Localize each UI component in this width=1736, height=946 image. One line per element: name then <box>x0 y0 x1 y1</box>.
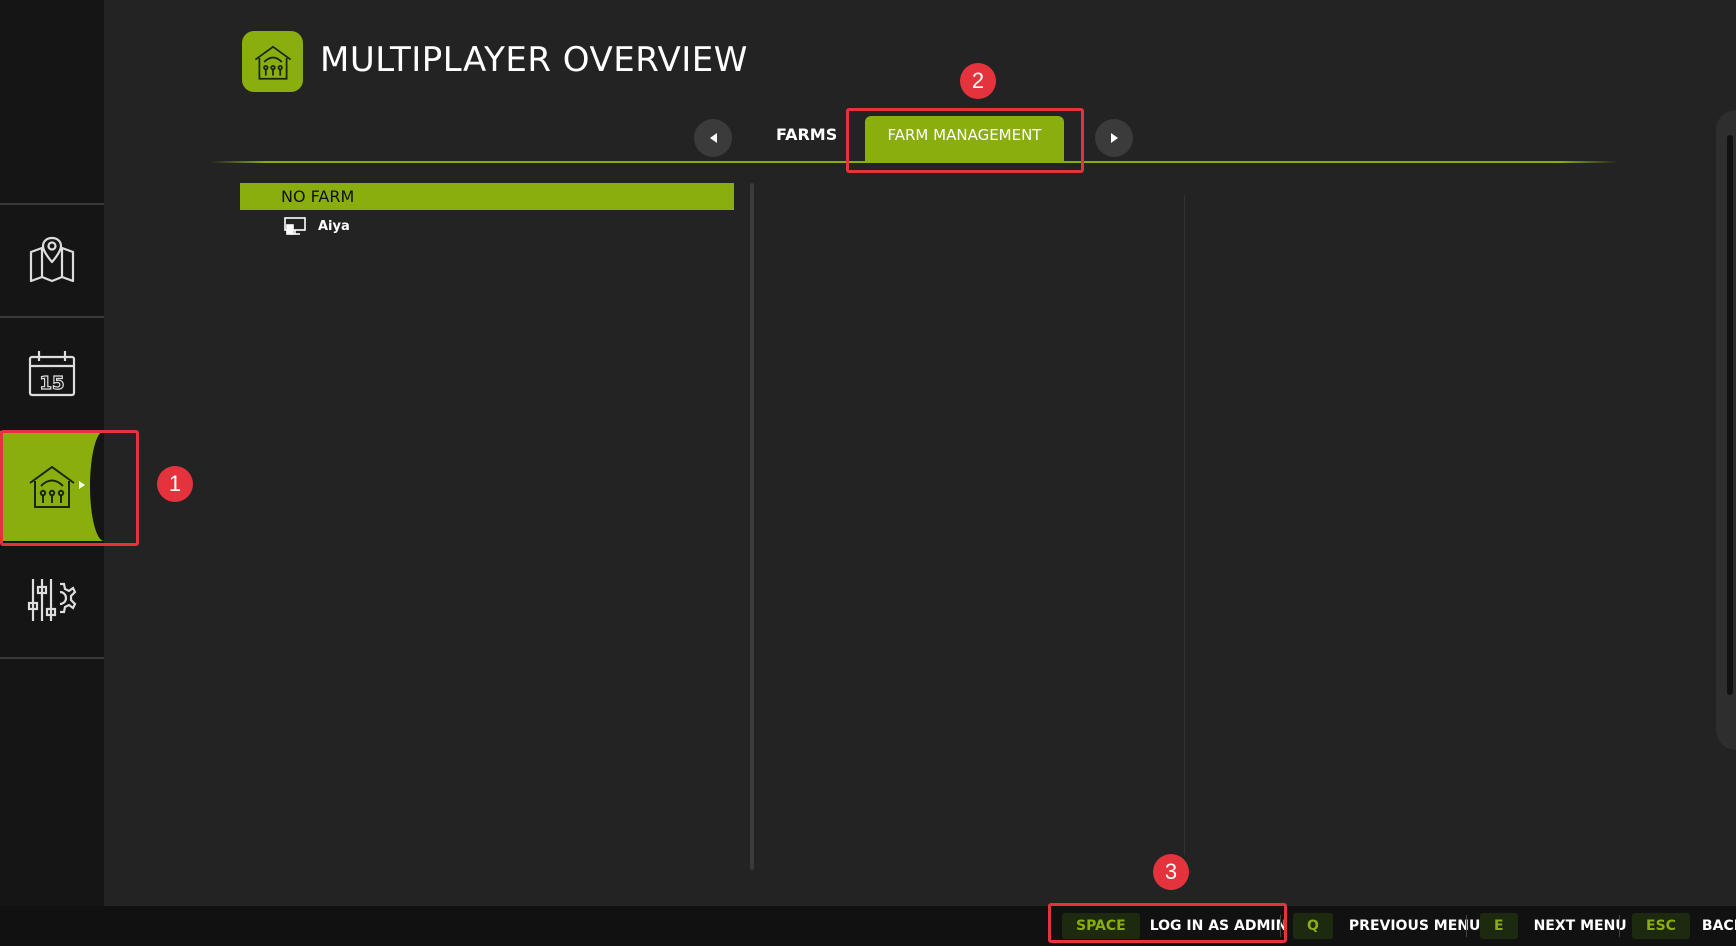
right-scrollbar[interactable] <box>1727 135 1733 695</box>
action-label: PREVIOUS MENU <box>1348 918 1481 934</box>
action-label: BACK <box>1701 918 1736 934</box>
action-previous-menu[interactable]: Q PREVIOUS MENU <box>1293 912 1480 940</box>
right-edge-panel <box>1716 110 1736 750</box>
list-scrollbar[interactable] <box>750 183 754 870</box>
player-name: Aiya <box>318 218 350 234</box>
calendar-icon: 15 <box>28 351 76 397</box>
map-icon <box>29 236 75 283</box>
page-title: MULTIPLAYER OVERVIEW <box>320 40 748 80</box>
annotation-box-2 <box>846 108 1084 173</box>
barn-icon <box>254 45 291 80</box>
sidebar-item-settings[interactable] <box>0 545 104 655</box>
farm-group-header[interactable]: NO FARM <box>240 183 734 210</box>
panel-divider <box>1184 195 1185 855</box>
tab-prev-button[interactable] <box>694 119 732 157</box>
annotation-box-3 <box>1048 903 1287 943</box>
key-esc: ESC <box>1632 913 1690 939</box>
annotation-badge-3: 3 <box>1153 854 1189 890</box>
sidebar-item-map[interactable] <box>0 205 104 315</box>
settings-sliders-icon <box>27 579 77 621</box>
action-label: NEXT MENU <box>1533 918 1627 934</box>
key-q: Q <box>1293 913 1333 939</box>
annotation-box-1 <box>0 430 139 546</box>
sidebar-item-calendar[interactable]: 15 <box>0 318 104 428</box>
tab-next-button[interactable] <box>1095 119 1133 157</box>
chevron-left-icon <box>709 133 717 143</box>
chevron-right-icon <box>1110 133 1118 143</box>
action-separator <box>1466 915 1467 937</box>
player-row[interactable]: Aiya <box>284 215 350 237</box>
annotation-badge-1: 1 <box>157 466 193 502</box>
action-separator <box>1619 915 1620 937</box>
active-indicator-arrow <box>79 481 85 489</box>
key-e: E <box>1480 913 1518 939</box>
header-barn-icon <box>242 31 303 92</box>
pc-player-icon <box>284 217 306 235</box>
tab-farms[interactable]: FARMS <box>776 125 837 144</box>
calendar-day: 15 <box>39 373 64 394</box>
sidebar-divider <box>0 657 104 659</box>
action-back[interactable]: ESC BACK <box>1632 912 1736 940</box>
action-next-menu[interactable]: E NEXT MENU <box>1480 912 1627 940</box>
annotation-badge-2: 2 <box>960 63 996 99</box>
